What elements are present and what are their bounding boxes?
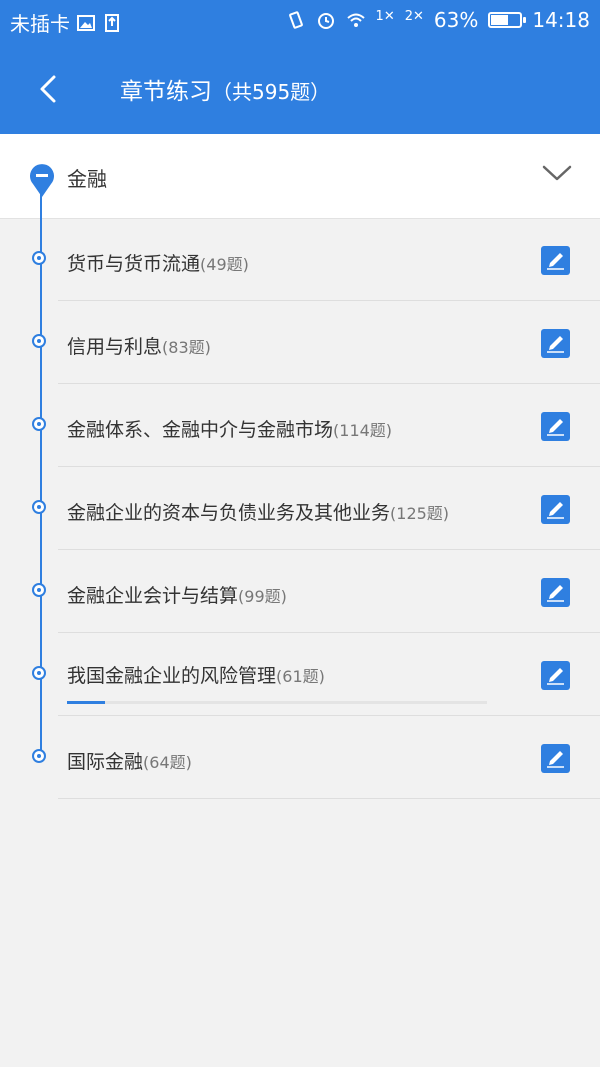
chapter-name: 金融体系、金融中介与金融市场 <box>67 419 334 441</box>
timeline-dot <box>32 666 46 680</box>
chapter-count: (64题) <box>143 753 192 772</box>
app-bar: 章节练习（共595题） <box>0 44 600 134</box>
chapter-label: 金融企业的资本与负债业务及其他业务(125题) <box>67 498 449 525</box>
chapter-name: 国际金融 <box>67 751 144 773</box>
collapse-pin-icon <box>30 164 54 197</box>
title-text: 章节练习 <box>120 79 212 105</box>
edit-icon[interactable] <box>541 661 570 690</box>
timeline-dot <box>32 749 46 763</box>
chevron-down-icon[interactable] <box>540 162 574 184</box>
sim2-label: 2 <box>404 8 413 24</box>
chevron-left-icon[interactable] <box>30 69 70 109</box>
edit-icon[interactable] <box>541 329 570 358</box>
timeline-dot <box>32 334 46 348</box>
chapter-row[interactable]: 信用与利息(83题) <box>0 301 600 384</box>
group-header[interactable]: 金融 <box>0 134 600 219</box>
gallery-icon <box>77 14 95 31</box>
divider <box>58 798 600 799</box>
chapter-name: 金融企业会计与结算 <box>67 585 239 607</box>
chapter-count: (114题) <box>333 421 393 440</box>
edit-icon[interactable] <box>541 246 570 275</box>
vibrate-icon <box>288 11 303 29</box>
chapter-row[interactable]: 我国金融企业的风险管理(61题) <box>0 633 600 716</box>
chapter-count: (99题) <box>238 587 287 606</box>
chapter-label: 货币与货币流通(49题) <box>67 249 249 276</box>
chapter-label: 国际金融(64题) <box>67 747 192 774</box>
chapter-list: 货币与货币流通(49题) 信用与利息(83题) 金融体系、金融中介与金融市场(1… <box>0 218 600 799</box>
chapter-count: (49题) <box>200 255 249 274</box>
alarm-icon <box>317 13 334 29</box>
clock: 14:18 <box>532 8 590 32</box>
edit-icon[interactable] <box>541 578 570 607</box>
battery-percent: 63% <box>433 8 479 32</box>
status-right: 1✕ 2✕ 63% 14:18 <box>286 8 590 32</box>
chapter-row[interactable]: 金融体系、金融中介与金融市场(114题) <box>0 384 600 467</box>
storage-icon <box>105 13 119 32</box>
chapter-name: 我国金融企业的风险管理 <box>67 665 277 687</box>
status-bar: 未插卡 1✕ 2✕ 63% 14:18 <box>0 0 600 44</box>
battery-icon <box>488 12 527 28</box>
timeline-dot <box>32 583 46 597</box>
edit-icon[interactable] <box>541 412 570 441</box>
timeline-dot <box>32 251 46 265</box>
chapter-name: 货币与货币流通 <box>67 253 201 275</box>
chapter-label: 金融体系、金融中介与金融市场(114题) <box>67 415 392 442</box>
progress-bar <box>67 701 487 704</box>
title-count: （共595题） <box>212 80 331 104</box>
chapter-row[interactable]: 货币与货币流通(49题) <box>0 218 600 301</box>
sim1-no-signal: 1✕ <box>375 8 395 24</box>
wifi-icon <box>346 13 365 27</box>
chapter-count: (61题) <box>276 667 325 686</box>
timeline-dot <box>32 417 46 431</box>
group-label: 金融 <box>67 167 107 191</box>
chapter-row[interactable]: 金融企业会计与结算(99题) <box>0 550 600 633</box>
page-title: 章节练习（共595题） <box>120 72 330 106</box>
chapter-row[interactable]: 金融企业的资本与负债业务及其他业务(125题) <box>0 467 600 550</box>
chapter-count: (125题) <box>390 504 450 523</box>
status-left: 未插卡 <box>10 8 122 37</box>
sim1-label: 1 <box>375 8 384 24</box>
chapter-label: 我国金融企业的风险管理(61题) <box>67 661 325 688</box>
chapter-label: 金融企业会计与结算(99题) <box>67 581 287 608</box>
edit-icon[interactable] <box>541 495 570 524</box>
chapter-count: (83题) <box>162 338 211 357</box>
chapter-row[interactable]: 国际金融(64题) <box>0 716 600 799</box>
chapter-label: 信用与利息(83题) <box>67 332 211 359</box>
battery-fill <box>491 15 509 25</box>
carrier-text: 未插卡 <box>10 12 70 36</box>
sim2-no-signal: 2✕ <box>404 8 424 24</box>
chapter-name: 信用与利息 <box>67 336 163 358</box>
progress-fill <box>67 701 105 704</box>
timeline-dot <box>32 500 46 514</box>
chapter-name: 金融企业的资本与负债业务及其他业务 <box>67 502 391 524</box>
edit-icon[interactable] <box>541 744 570 773</box>
